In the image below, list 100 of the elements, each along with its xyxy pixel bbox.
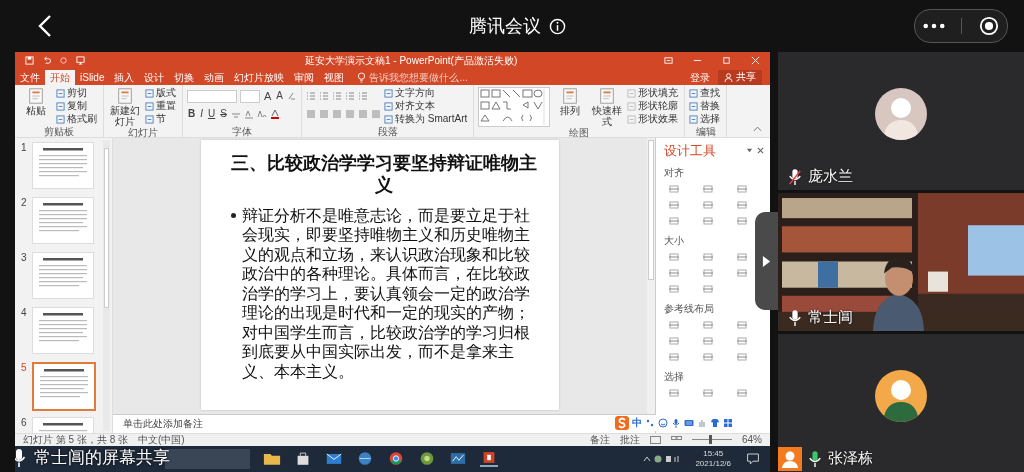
ribbon-button[interactable]: 转换为 SmartArt <box>384 112 470 126</box>
format-button[interactable]: S <box>219 108 228 121</box>
shirt-icon[interactable] <box>710 418 720 428</box>
layout-icon[interactable] <box>668 319 680 330</box>
ribbon-tab[interactable]: 审阅 <box>289 69 320 85</box>
list-icon[interactable] <box>332 91 342 102</box>
list-icon[interactable] <box>358 91 368 102</box>
undo-icon[interactable] <box>42 56 51 66</box>
slideshow-icon[interactable] <box>76 56 85 66</box>
notification-icon[interactable] <box>744 451 762 467</box>
app-icon[interactable] <box>449 451 467 467</box>
participant-tile[interactable]: 庞水兰 <box>778 52 1024 190</box>
layout-icon[interactable] <box>736 351 748 362</box>
ribbon-button[interactable]: 版式 <box>145 86 178 100</box>
ribbon-button[interactable]: 文字方向 <box>384 86 470 100</box>
ribbon-tab[interactable]: iSlide <box>75 69 110 85</box>
scrollbar[interactable] <box>647 137 655 414</box>
participant-tile[interactable]: 常士阊 <box>778 193 1024 331</box>
font-size-button[interactable]: A <box>263 90 273 103</box>
ribbon-button[interactable]: 对齐文本 <box>384 99 470 113</box>
layout-icon[interactable] <box>736 183 748 194</box>
more-icon[interactable] <box>923 23 946 29</box>
ribbon-button[interactable]: 查找 <box>689 86 723 100</box>
ribbon-button[interactable]: 选择 <box>689 112 723 126</box>
maximize-icon[interactable] <box>722 56 731 66</box>
alignment-icon[interactable] <box>306 109 316 120</box>
save-icon[interactable] <box>25 56 34 66</box>
scrollbar[interactable] <box>103 139 110 431</box>
ribbon-button[interactable]: 粘贴 <box>19 86 53 116</box>
emoji-icon[interactable] <box>658 418 668 428</box>
ribbon-button[interactable]: 格式刷 <box>56 112 99 126</box>
ribbon-button[interactable]: 形状效果 <box>627 112 681 126</box>
sign-in-link[interactable]: 登录 <box>690 69 710 85</box>
format-button[interactable]: B <box>187 108 197 121</box>
dropdown-icon[interactable] <box>746 147 753 155</box>
alignment-icon[interactable] <box>345 109 355 120</box>
layout-icon[interactable] <box>702 319 714 330</box>
record-icon[interactable] <box>978 16 999 36</box>
ribbon-tab[interactable]: 动画 <box>199 69 230 85</box>
list-icon[interactable] <box>345 91 355 102</box>
layout-icon[interactable] <box>702 215 714 226</box>
ribbon-tab[interactable]: 视图 <box>319 69 350 85</box>
font-color-icon[interactable] <box>269 109 280 120</box>
mail-icon[interactable] <box>325 451 343 467</box>
ribbon-button[interactable]: 快速样式 <box>590 86 625 127</box>
layout-icon[interactable] <box>702 283 714 294</box>
comments-button[interactable]: 批注 <box>620 433 640 446</box>
ribbon-tab[interactable]: 文件 <box>15 69 45 85</box>
share-button[interactable]: 共享 <box>718 69 762 85</box>
layout-icon[interactable] <box>668 199 680 210</box>
alignment-icon[interactable] <box>358 109 368 120</box>
info-icon[interactable] <box>548 17 566 35</box>
layout-icon[interactable] <box>702 199 714 210</box>
ribbon-tab[interactable]: 设计 <box>139 69 170 85</box>
lightbulb-icon[interactable] <box>357 71 367 83</box>
layout-icon[interactable] <box>736 251 748 262</box>
clear-format-icon[interactable] <box>287 91 297 102</box>
layout-icon[interactable] <box>702 387 714 398</box>
ribbon-button[interactable]: 剪切 <box>56 86 99 100</box>
input-mode-button[interactable]: 中 <box>632 416 642 430</box>
ribbon-display-icon[interactable] <box>664 56 673 66</box>
participant-tile[interactable]: 张泽栋 <box>778 334 1024 472</box>
layout-icon[interactable] <box>736 267 748 278</box>
layout-icon[interactable] <box>736 319 748 330</box>
layout-icon[interactable] <box>668 251 680 262</box>
font-name-field[interactable] <box>187 89 237 103</box>
microphone-icon[interactable] <box>671 418 681 428</box>
font-size-button[interactable]: A <box>275 90 284 103</box>
layout-icon[interactable] <box>668 267 680 278</box>
layout-icon[interactable] <box>736 215 748 226</box>
layout-icon[interactable] <box>702 351 714 362</box>
slide-thumbnail[interactable] <box>32 361 96 411</box>
browser-icon[interactable] <box>356 451 374 467</box>
change-case-icon[interactable] <box>256 109 267 120</box>
ribbon-tab[interactable]: 开始 <box>45 69 75 85</box>
ribbon-button[interactable]: 替换 <box>689 99 723 113</box>
layout-icon[interactable] <box>668 387 680 398</box>
ribbon-button[interactable]: 排列 <box>553 86 588 116</box>
folder-icon[interactable] <box>263 451 281 467</box>
zoom-slider-thumb[interactable] <box>709 435 712 445</box>
chrome-icon[interactable] <box>387 451 405 467</box>
back-icon[interactable] <box>38 14 52 38</box>
layout-icon[interactable] <box>736 387 748 398</box>
layout-icon[interactable] <box>736 199 748 210</box>
ribbon-tab[interactable]: 切换 <box>169 69 200 85</box>
alignment-icon[interactable] <box>371 109 381 120</box>
alignment-icon[interactable] <box>332 109 342 120</box>
ribbon-button[interactable]: 新建幻灯片 <box>108 86 142 127</box>
ribbon-button[interactable]: 重置 <box>145 99 178 113</box>
layout-icon[interactable] <box>736 335 748 346</box>
layout-icon[interactable] <box>702 267 714 278</box>
alignment-icon[interactable] <box>319 109 329 120</box>
input-method-logo-icon[interactable] <box>615 416 629 430</box>
layout-icon[interactable] <box>702 251 714 262</box>
list-icon[interactable] <box>319 91 329 102</box>
character-spacing-icon[interactable] <box>243 109 254 120</box>
layout-icon[interactable] <box>668 335 680 346</box>
powerpoint-icon[interactable] <box>480 450 498 468</box>
ribbon-button[interactable]: 形状轮廓 <box>627 99 681 113</box>
collapse-icon[interactable] <box>753 125 762 132</box>
